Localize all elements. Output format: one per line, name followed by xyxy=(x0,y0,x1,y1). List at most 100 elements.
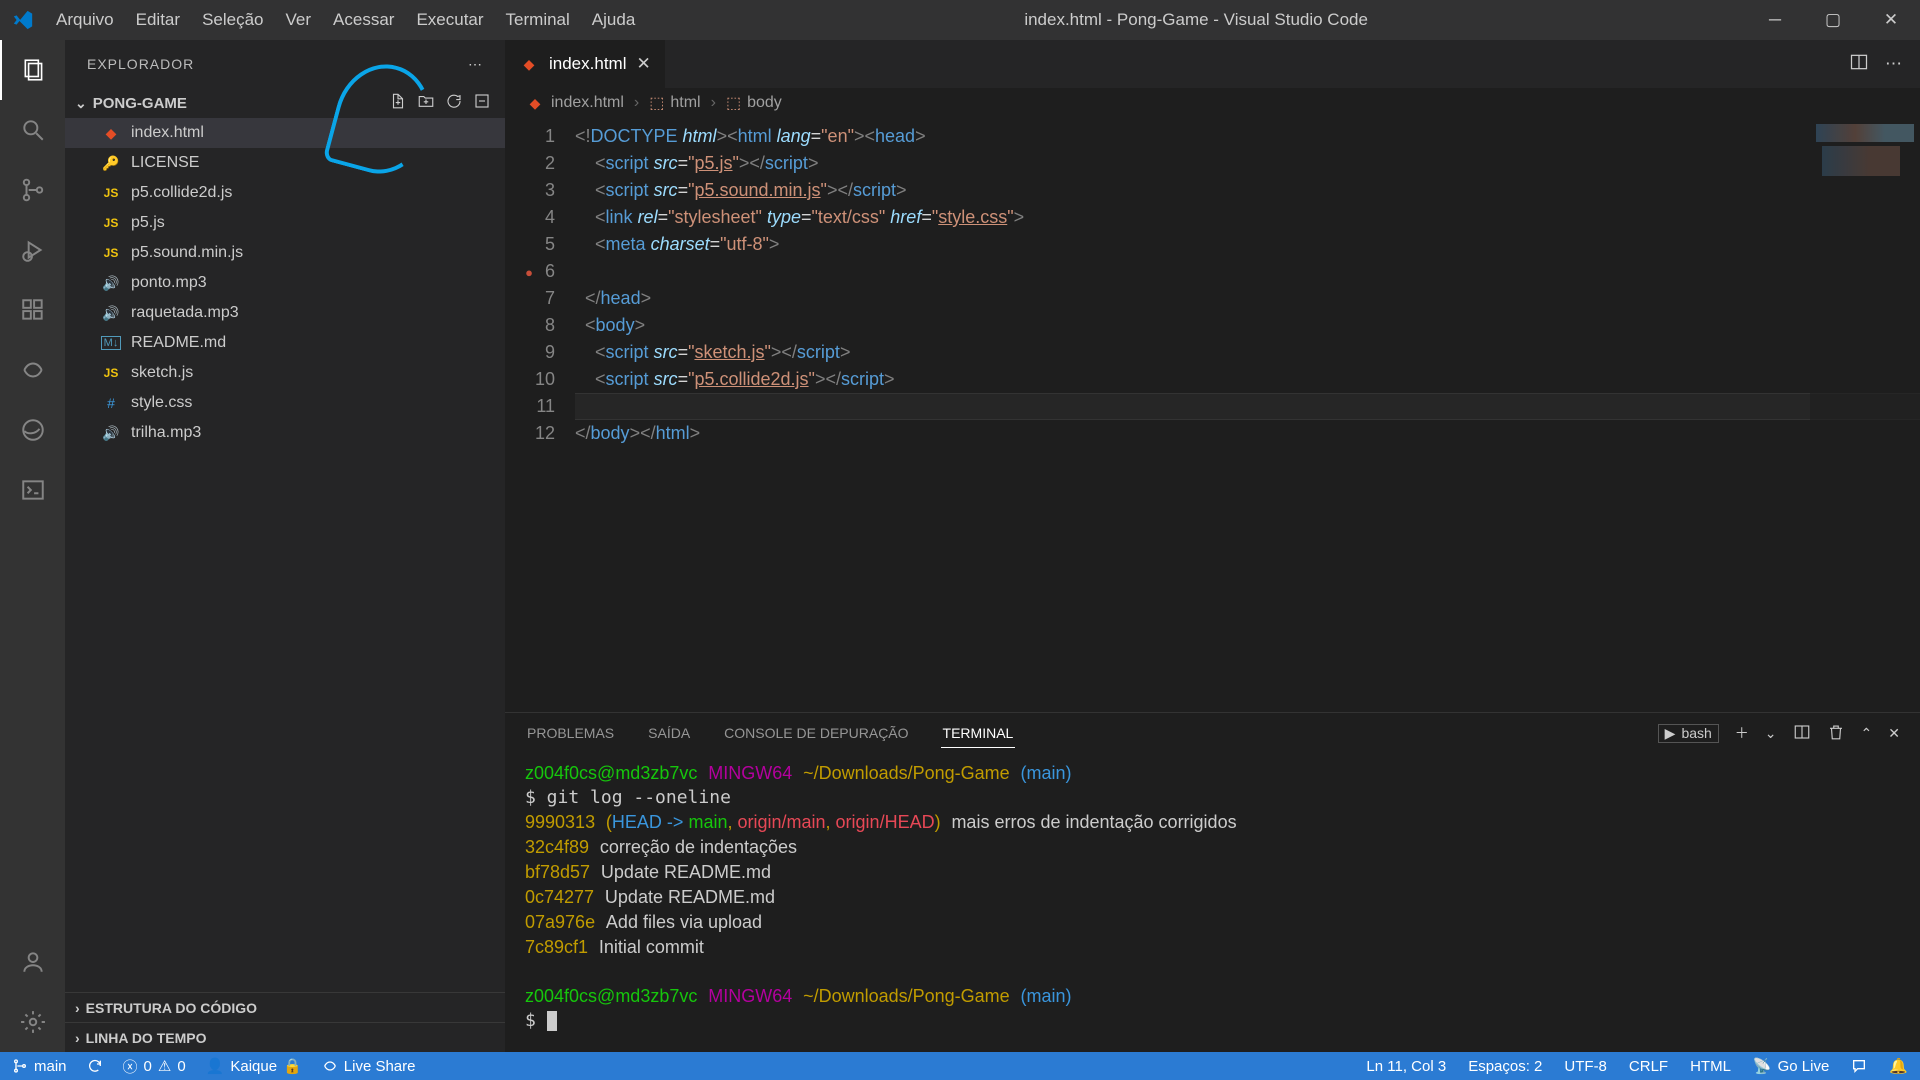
file-item[interactable]: 🔑 LICENSE xyxy=(65,148,505,178)
file-item[interactable]: M↓ README.md xyxy=(65,328,505,358)
title-bar: ArquivoEditarSeleçãoVerAcessarExecutarTe… xyxy=(0,0,1920,40)
terminal-tab[interactable]: TERMINAL xyxy=(941,719,1016,748)
new-file-icon[interactable] xyxy=(389,92,407,114)
menu-bar: ArquivoEditarSeleçãoVerAcessarExecutarTe… xyxy=(45,0,646,40)
maximize-panel-icon[interactable]: ⌃ xyxy=(1861,725,1873,742)
kill-terminal-icon[interactable] xyxy=(1827,723,1845,744)
code-editor[interactable]: 123456789101112 <!DOCTYPE html><html lan… xyxy=(505,118,1920,712)
liveshare-icon[interactable] xyxy=(0,340,65,400)
menu-ver[interactable]: Ver xyxy=(275,10,323,29)
indentation-status[interactable]: Espaços: 2 xyxy=(1468,1058,1542,1075)
close-panel-icon[interactable]: ✕ xyxy=(1888,725,1900,742)
status-bar: main ⓧ 0 ⚠ 0 👤 Kaique 🔒 Live Share Ln 11… xyxy=(0,1052,1920,1080)
shell-selector[interactable]: ▶bash xyxy=(1658,724,1719,743)
golive-status[interactable]: 📡 Go Live xyxy=(1753,1057,1829,1075)
collapse-icon[interactable] xyxy=(473,92,491,114)
close-tab-icon[interactable]: ✕ xyxy=(636,54,650,74)
encoding-status[interactable]: UTF-8 xyxy=(1564,1058,1607,1075)
js-file-icon: JS xyxy=(101,186,121,200)
terminal-icon[interactable] xyxy=(0,460,65,520)
language-status[interactable]: HTML xyxy=(1690,1058,1731,1075)
split-terminal-icon[interactable] xyxy=(1793,723,1811,744)
cursor-position[interactable]: Ln 11, Col 3 xyxy=(1366,1058,1446,1075)
menu-executar[interactable]: Executar xyxy=(405,10,494,29)
editor-tab[interactable]: ◆ index.html ✕ xyxy=(505,40,666,88)
element-icon: ⬚ xyxy=(649,93,664,113)
extensions-icon[interactable] xyxy=(0,280,65,340)
problems-status[interactable]: ⓧ 0 ⚠ 0 xyxy=(123,1056,186,1077)
element-icon: ⬚ xyxy=(726,93,741,113)
folder-header[interactable]: ⌄ PONG-GAME xyxy=(65,88,505,118)
liveshare-status[interactable]: Live Share xyxy=(322,1058,416,1075)
menu-acessar[interactable]: Acessar xyxy=(322,10,405,29)
split-editor-icon[interactable] xyxy=(1849,52,1869,77)
timeline-section[interactable]: ›LINHA DO TEMPO xyxy=(65,1022,505,1052)
minimize-button[interactable]: ─ xyxy=(1746,0,1804,40)
tab-label: index.html xyxy=(549,54,626,74)
file-name: raquetada.mp3 xyxy=(131,304,239,322)
source-control-icon[interactable] xyxy=(0,160,65,220)
terminal-output[interactable]: z004f0cs@md3zb7vc MINGW64 ~/Downloads/Po… xyxy=(505,753,1920,1052)
account-icon[interactable] xyxy=(0,932,65,992)
refresh-icon[interactable] xyxy=(445,92,463,114)
explorer-icon[interactable] xyxy=(0,40,65,100)
new-folder-icon[interactable] xyxy=(417,92,435,114)
debug-icon[interactable] xyxy=(0,220,65,280)
new-terminal-icon[interactable]: ＋ xyxy=(1735,723,1749,743)
html-file-icon: ◆ xyxy=(101,125,121,142)
edge-icon[interactable] xyxy=(0,400,65,460)
maximize-button[interactable]: ▢ xyxy=(1804,0,1862,40)
close-button[interactable]: ✕ xyxy=(1862,0,1920,40)
file-name: p5.js xyxy=(131,214,165,232)
outline-section[interactable]: ›ESTRUTURA DO CÓDIGO xyxy=(65,992,505,1022)
file-item[interactable]: 🔊trilha.mp3 xyxy=(65,418,505,448)
menu-arquivo[interactable]: Arquivo xyxy=(45,10,125,29)
audio-file-icon: 🔊 xyxy=(101,425,121,442)
js-file-icon: JS xyxy=(101,216,121,230)
file-item[interactable]: JSsketch.js xyxy=(65,358,505,388)
file-item[interactable]: #style.css xyxy=(65,388,505,418)
sync-status[interactable] xyxy=(87,1058,103,1074)
file-item[interactable]: 🔊ponto.mp3 xyxy=(65,268,505,298)
menu-terminal[interactable]: Terminal xyxy=(495,10,581,29)
file-item[interactable]: JS p5.sound.min.js xyxy=(65,238,505,268)
file-item[interactable]: JS p5.js xyxy=(65,208,505,238)
file-name: LICENSE xyxy=(131,154,199,172)
activity-bar xyxy=(0,40,65,1052)
vscode-logo xyxy=(0,9,45,31)
terminal-dropdown-icon[interactable]: ⌄ xyxy=(1765,725,1777,742)
lic-file-icon: 🔑 xyxy=(101,155,121,172)
settings-icon[interactable] xyxy=(0,992,65,1052)
file-item[interactable]: ◆ index.html xyxy=(65,118,505,148)
bottom-panel: PROBLEMAS SAÍDA CONSOLE DE DEPURAÇÃO TER… xyxy=(505,712,1920,1052)
menu-ajuda[interactable]: Ajuda xyxy=(581,10,646,29)
file-name: style.css xyxy=(131,394,192,412)
md-file-icon: M↓ xyxy=(101,336,121,350)
html-file-icon: ◆ xyxy=(519,56,539,73)
folder-name: PONG-GAME xyxy=(93,95,187,112)
minimap[interactable] xyxy=(1810,118,1920,712)
file-name: README.md xyxy=(131,334,226,352)
menu-editar[interactable]: Editar xyxy=(125,10,191,29)
menu-seleção[interactable]: Seleção xyxy=(191,10,274,29)
breadcrumb[interactable]: ◆index.html › ⬚html › ⬚body xyxy=(505,88,1920,118)
branch-status[interactable]: main xyxy=(12,1058,67,1075)
file-name: p5.sound.min.js xyxy=(131,244,243,262)
debug-console-tab[interactable]: CONSOLE DE DEPURAÇÃO xyxy=(722,719,910,747)
search-icon[interactable] xyxy=(0,100,65,160)
notifications-icon[interactable]: 🔔 xyxy=(1889,1057,1908,1075)
explorer-more-icon[interactable]: ⋯ xyxy=(468,56,483,73)
file-name: ponto.mp3 xyxy=(131,274,207,292)
js-file-icon: JS xyxy=(101,246,121,260)
problems-tab[interactable]: PROBLEMAS xyxy=(525,719,616,747)
more-actions-icon[interactable]: ⋯ xyxy=(1885,54,1902,74)
file-item[interactable]: JS p5.collide2d.js xyxy=(65,178,505,208)
user-status[interactable]: 👤 Kaique 🔒 xyxy=(206,1057,302,1075)
feedback-icon[interactable] xyxy=(1851,1058,1867,1074)
eol-status[interactable]: CRLF xyxy=(1629,1058,1668,1075)
file-name: p5.collide2d.js xyxy=(131,184,232,202)
editor-tabs: ◆ index.html ✕ ⋯ xyxy=(505,40,1920,88)
file-name: index.html xyxy=(131,124,204,142)
output-tab[interactable]: SAÍDA xyxy=(646,719,692,747)
file-item[interactable]: 🔊raquetada.mp3 xyxy=(65,298,505,328)
